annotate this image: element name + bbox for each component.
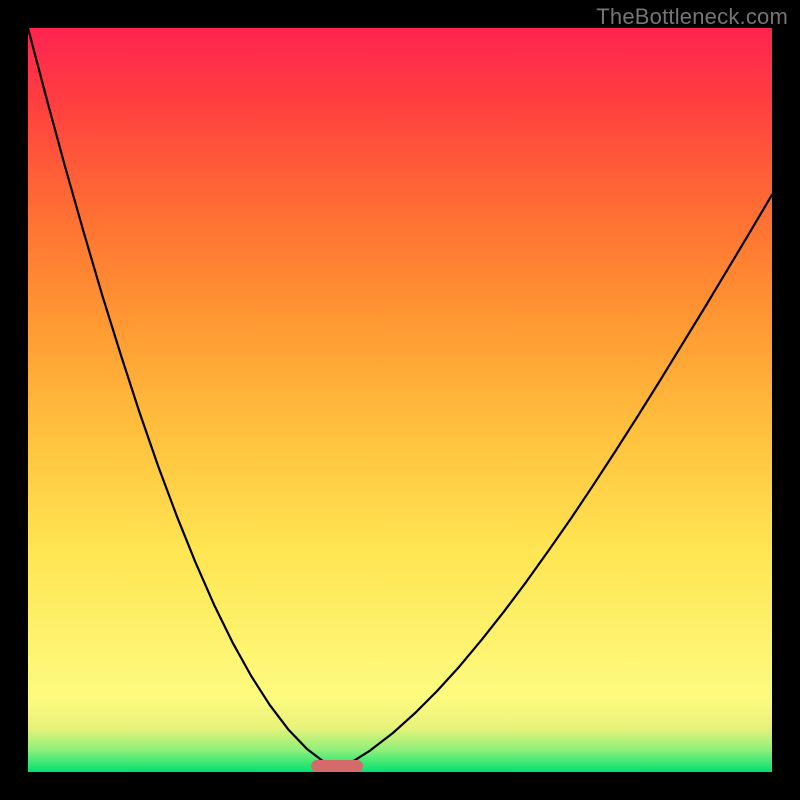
outer-frame: TheBottleneck.com [0,0,800,800]
curve-svg [28,28,772,772]
plot-area [28,28,772,772]
bottleneck-curve [28,28,772,772]
cusp-marker [311,760,363,772]
watermark-text: TheBottleneck.com [596,4,788,30]
